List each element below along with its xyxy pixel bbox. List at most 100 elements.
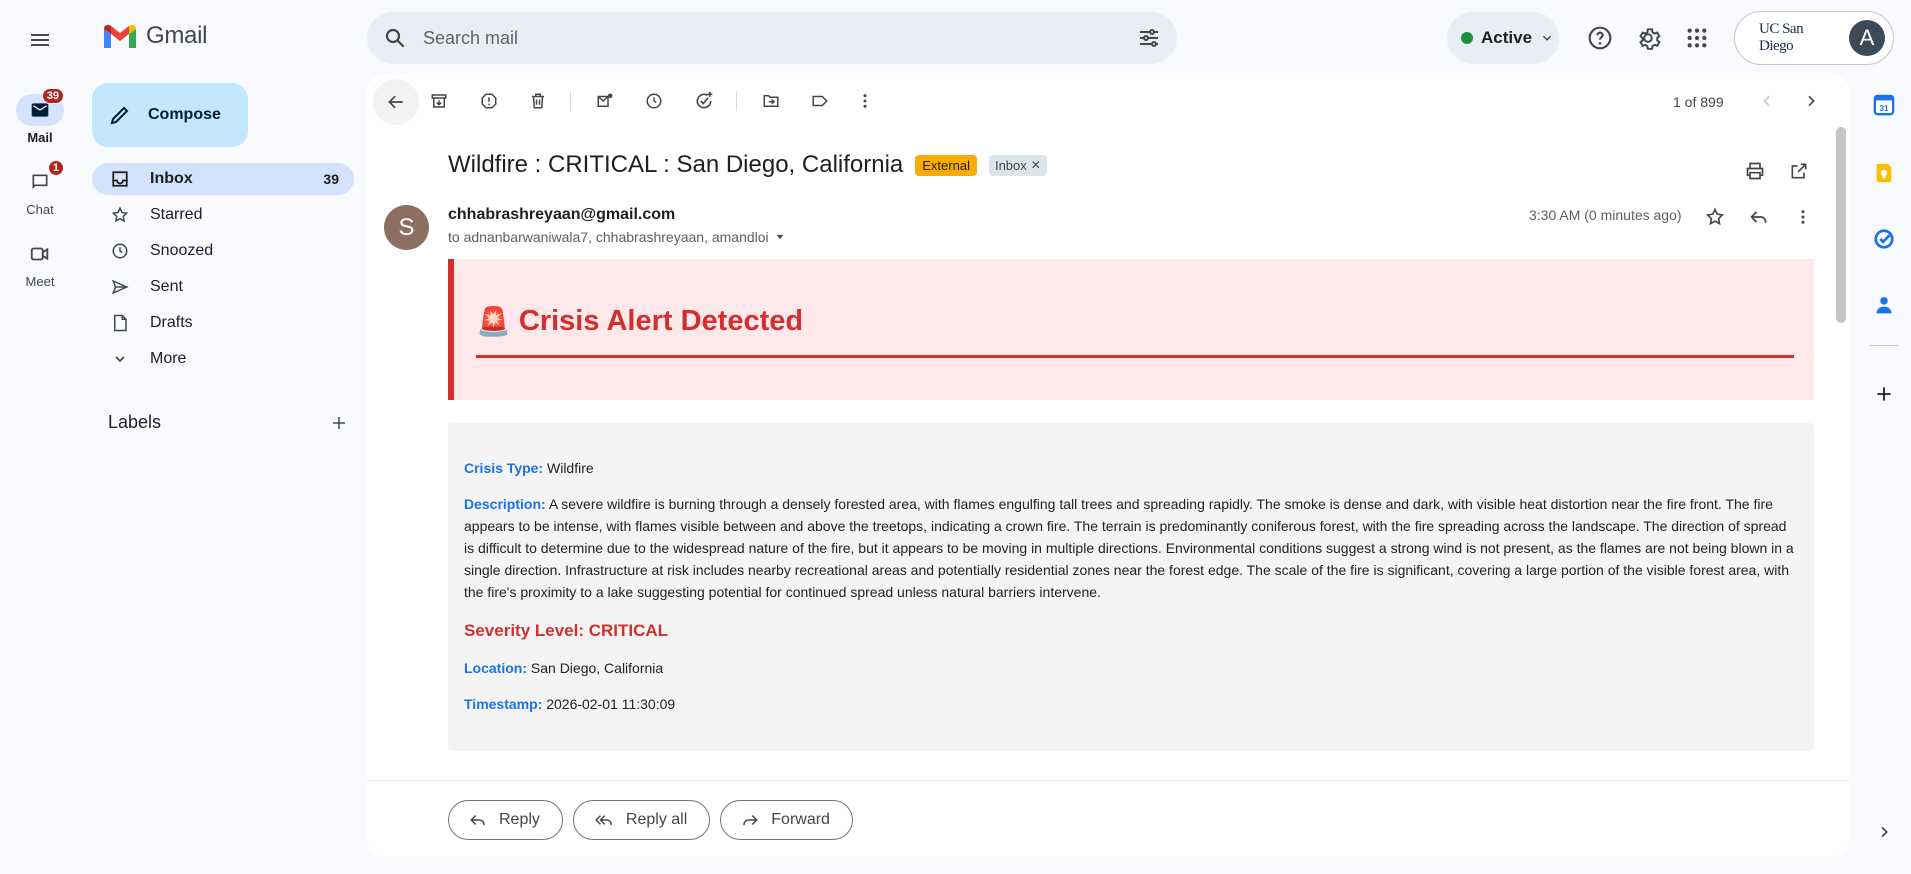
chat-badge: 1 xyxy=(47,160,64,176)
more-actions-button[interactable] xyxy=(845,81,885,121)
inbox-icon xyxy=(112,171,128,187)
reply-all-button[interactable]: Reply all xyxy=(572,800,711,840)
nav-item-snoozed[interactable]: Snoozed xyxy=(92,235,354,267)
calendar-app-button[interactable]: 31 xyxy=(1866,87,1902,123)
forward-icon xyxy=(743,814,759,826)
rail-item-mail[interactable]: 39 Mail xyxy=(0,88,80,145)
back-button[interactable] xyxy=(373,79,419,125)
scrollbar-thumb[interactable] xyxy=(1836,127,1846,323)
search-button[interactable] xyxy=(367,26,423,50)
compose-button[interactable]: Compose xyxy=(92,83,248,147)
reply-label: Reply xyxy=(499,811,540,828)
get-addons-button[interactable] xyxy=(1866,376,1902,412)
calendar-icon: 31 xyxy=(1873,94,1895,116)
message-view: 1 of 899 Wildfire : CRITICAL : San Diego… xyxy=(367,75,1849,856)
sender-email[interactable]: chhabrashreyaan@gmail.com xyxy=(448,206,675,224)
tasks-app-button[interactable] xyxy=(1866,221,1902,257)
label-icon xyxy=(812,95,828,107)
rail-item-meet[interactable]: Meet xyxy=(0,238,80,289)
more-vert-icon xyxy=(863,94,867,108)
reply-button[interactable] xyxy=(1739,197,1779,237)
labels-title: Labels xyxy=(108,412,162,432)
crisis-type-value: Wildfire xyxy=(547,460,594,476)
chevron-down-icon xyxy=(1543,35,1552,41)
toolbar-divider xyxy=(570,91,571,111)
alert-title-text: Crisis Alert Detected xyxy=(518,305,804,337)
open-new-window-button[interactable] xyxy=(1781,153,1817,189)
description-key: Description: xyxy=(464,496,546,512)
message-time: 3:30 AM (0 minutes ago) xyxy=(1529,207,1682,223)
move-to-button[interactable] xyxy=(751,81,791,121)
add-to-tasks-button[interactable] xyxy=(684,81,724,121)
account-switcher[interactable]: UC San Diego A xyxy=(1734,11,1894,65)
location-row: Location: San Diego, California xyxy=(464,657,1798,679)
nav-label: Sent xyxy=(150,278,183,295)
siren-icon: 🚨 xyxy=(476,306,511,337)
labels-button[interactable] xyxy=(800,81,840,121)
add-task-icon xyxy=(696,91,713,109)
plus-icon xyxy=(1877,387,1891,401)
chevron-left-icon xyxy=(1763,95,1770,107)
alert-banner: 🚨 Crisis Alert Detected xyxy=(448,259,1814,400)
inbox-tag: Inbox ✕ xyxy=(988,154,1047,176)
description-row: Description: A severe wildfire is burnin… xyxy=(464,493,1798,603)
rail-item-chat[interactable]: 1 Chat xyxy=(0,160,80,217)
gmail-logo[interactable]: Gmail xyxy=(102,22,207,50)
mailbox-nav: Inbox 39 Starred Snoozed Sent Drafts Mor… xyxy=(92,163,354,379)
nav-label: More xyxy=(150,350,187,367)
nav-item-more[interactable]: More xyxy=(92,343,354,375)
svg-text:31: 31 xyxy=(1879,104,1889,113)
hamburger-icon xyxy=(31,34,49,46)
newer-button[interactable] xyxy=(1747,81,1787,121)
nav-item-drafts[interactable]: Drafts xyxy=(92,307,354,339)
hide-side-panel-button[interactable] xyxy=(1866,814,1902,850)
gear-icon xyxy=(1639,28,1661,50)
status-dot xyxy=(1461,32,1473,44)
side-panel-divider xyxy=(1870,345,1898,346)
mark-unread-button[interactable] xyxy=(585,81,625,121)
print-icon xyxy=(1746,162,1764,180)
print-button[interactable] xyxy=(1737,153,1773,189)
open-in-new-icon xyxy=(1791,163,1807,179)
nav-item-starred[interactable]: Starred xyxy=(92,199,354,231)
sender-avatar[interactable]: S xyxy=(384,205,429,250)
more-vert-icon xyxy=(1801,210,1805,224)
archive-button[interactable] xyxy=(419,81,459,121)
recipients-text: to adnanbarwaniwala7, chhabrashreyaan, a… xyxy=(448,229,769,245)
support-button[interactable] xyxy=(1580,18,1620,58)
arrow-left-icon xyxy=(388,95,403,109)
search-options-button[interactable] xyxy=(1121,26,1177,50)
move-folder-icon xyxy=(763,95,779,107)
older-button[interactable] xyxy=(1791,81,1831,121)
delete-button[interactable] xyxy=(518,81,558,121)
message-toolbar: 1 of 899 xyxy=(367,75,1849,127)
nav-item-inbox[interactable]: Inbox 39 xyxy=(92,163,354,195)
settings-button[interactable] xyxy=(1628,18,1668,58)
message-more-button[interactable] xyxy=(1783,197,1823,237)
org-logo: UC San Diego xyxy=(1759,21,1804,54)
caret-down-icon[interactable] xyxy=(775,232,785,242)
alert-title: 🚨 Crisis Alert Detected xyxy=(476,305,803,338)
nav-item-sent[interactable]: Sent xyxy=(92,271,354,303)
search-icon xyxy=(385,28,405,48)
search-input[interactable] xyxy=(423,27,1121,49)
snooze-button[interactable] xyxy=(634,81,674,121)
remove-label-icon[interactable]: ✕ xyxy=(1031,158,1041,172)
status-selector[interactable]: Active xyxy=(1447,12,1559,64)
contacts-app-button[interactable] xyxy=(1866,287,1902,323)
nav-label: Inbox xyxy=(150,170,193,187)
plus-icon[interactable] xyxy=(330,414,348,432)
keep-app-button[interactable] xyxy=(1866,155,1902,191)
google-apps-button[interactable] xyxy=(1677,18,1717,58)
trash-icon xyxy=(532,93,544,109)
alert-underline xyxy=(476,355,1794,358)
main-menu-button[interactable] xyxy=(20,20,60,60)
star-button[interactable] xyxy=(1695,197,1735,237)
reply-bottom-button[interactable]: Reply xyxy=(448,800,563,840)
forward-label: Forward xyxy=(771,811,830,828)
forward-button[interactable]: Forward xyxy=(720,800,853,840)
account-avatar: A xyxy=(1849,20,1885,56)
message-divider xyxy=(367,780,1849,781)
report-spam-button[interactable] xyxy=(469,81,509,121)
mail-badge: 39 xyxy=(41,88,64,104)
